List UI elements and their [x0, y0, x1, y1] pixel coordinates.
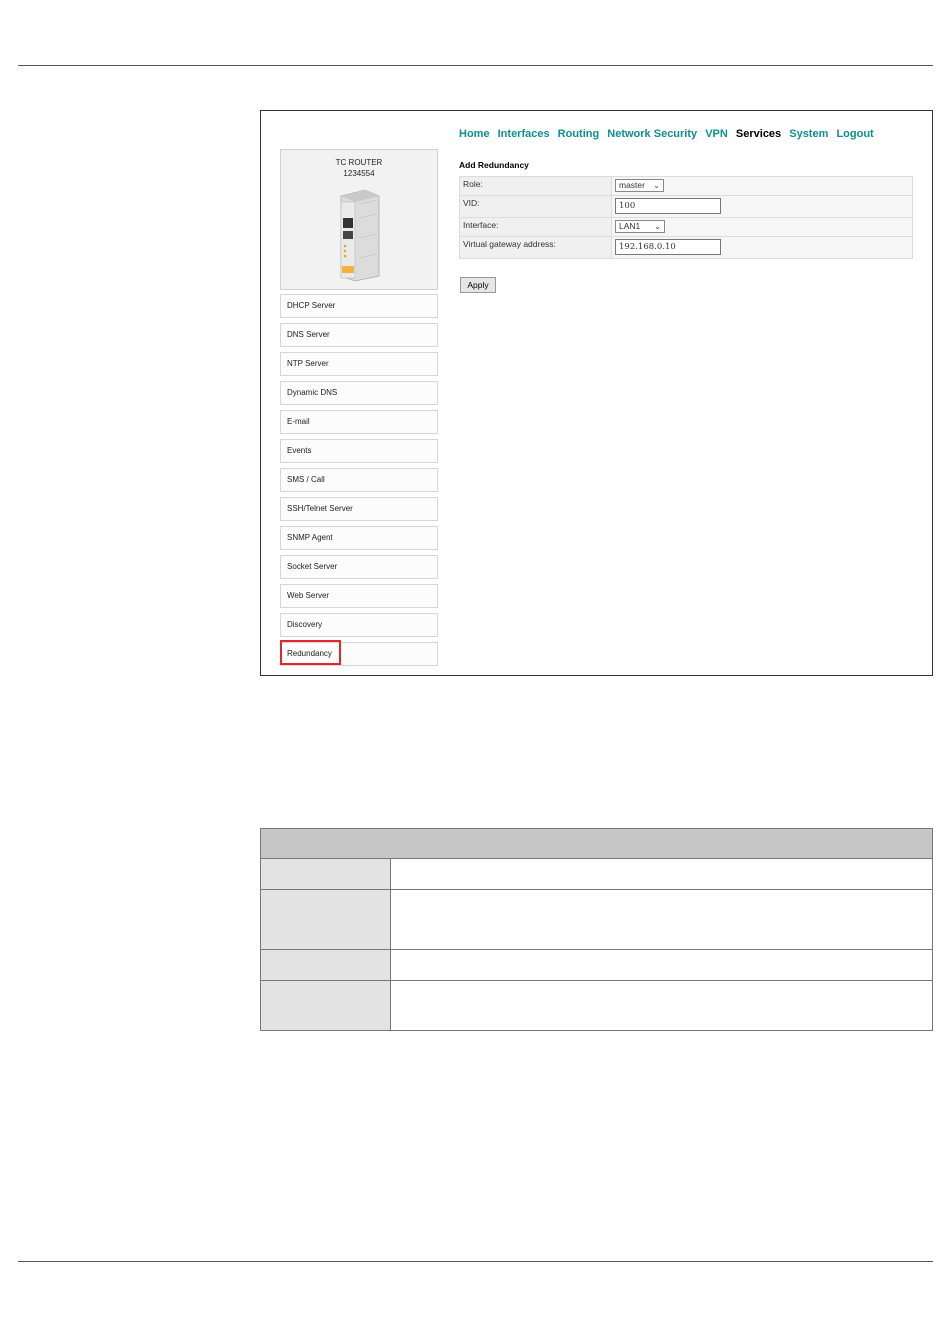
side-menu-redundancy[interactable]: Redundancy — [280, 640, 438, 666]
form-row-vid: VID: 100 — [459, 195, 913, 218]
interface-select-value: LAN1 — [619, 221, 641, 231]
device-serial: 1234554 — [343, 169, 375, 178]
nav-system[interactable]: System — [789, 128, 828, 140]
table-row-description — [392, 859, 932, 889]
role-select[interactable]: master ⌄ — [615, 179, 664, 192]
side-menu-web-server[interactable]: Web Server — [280, 584, 438, 608]
device-title: TC ROUTER 1234554 — [281, 157, 437, 179]
form-title: Add Redundancy — [459, 160, 529, 170]
nav-routing[interactable]: Routing — [558, 128, 600, 140]
chevron-down-icon: ⌄ — [654, 222, 661, 231]
nav-network-security[interactable]: Network Security — [607, 128, 697, 140]
table-row — [261, 859, 932, 890]
virtual-gateway-input[interactable]: 192.168.0.10 — [615, 239, 721, 255]
redundancy-form: Role: master ⌄ VID: 100 Interface: LAN1 … — [459, 176, 913, 259]
vid-label: VID: — [459, 195, 612, 218]
table-row-label — [261, 890, 391, 949]
role-label: Role: — [459, 176, 612, 196]
form-row-role: Role: master ⌄ — [459, 176, 913, 196]
apply-button[interactable]: Apply — [460, 277, 496, 293]
side-menu-dns-server[interactable]: DNS Server — [280, 323, 438, 347]
table-header — [261, 829, 932, 859]
nav-home[interactable]: Home — [459, 128, 490, 140]
nav-interfaces[interactable]: Interfaces — [498, 128, 550, 140]
interface-cell: LAN1 ⌄ — [611, 217, 913, 237]
table-row-label — [261, 981, 391, 1030]
side-menu-ntp-server[interactable]: NTP Server — [280, 352, 438, 376]
table-row-label — [261, 859, 391, 889]
table-row — [261, 950, 932, 981]
side-menu-snmp-agent[interactable]: SNMP Agent — [280, 526, 438, 550]
side-menu-email[interactable]: E-mail — [280, 410, 438, 434]
top-navigation: Home Interfaces Routing Network Security… — [459, 128, 879, 140]
table-row-label — [261, 950, 391, 980]
side-menu-sms-call[interactable]: SMS / Call — [280, 468, 438, 492]
form-row-virtual-gateway: Virtual gateway address: 192.168.0.10 — [459, 236, 913, 259]
table-row-description — [392, 981, 932, 1030]
side-menu-socket-server[interactable]: Socket Server — [280, 555, 438, 579]
table-row — [261, 890, 932, 950]
side-menu-discovery[interactable]: Discovery — [280, 613, 438, 637]
side-menu-events[interactable]: Events — [280, 439, 438, 463]
screenshot-frame: TC ROUTER 1234554 DHCP Server DNS Server… — [260, 110, 933, 676]
table-row-description — [392, 890, 932, 949]
router-device-image — [340, 189, 380, 282]
interface-label: Interface: — [459, 217, 612, 237]
chevron-down-icon: ⌄ — [653, 181, 660, 190]
device-name: TC ROUTER — [335, 158, 383, 167]
bottom-rule — [18, 1261, 933, 1262]
virtual-gateway-label: Virtual gateway address: — [459, 236, 612, 259]
table-row-description — [392, 950, 932, 980]
side-menu-dhcp-server[interactable]: DHCP Server — [280, 294, 438, 318]
table-row — [261, 981, 932, 1030]
role-cell: master ⌄ — [611, 176, 913, 196]
interface-select[interactable]: LAN1 ⌄ — [615, 220, 665, 233]
form-row-interface: Interface: LAN1 ⌄ — [459, 217, 913, 237]
parameter-table — [260, 828, 933, 1031]
side-menu-redundancy-label: Redundancy — [287, 649, 332, 658]
vid-cell: 100 — [611, 195, 913, 218]
nav-services[interactable]: Services — [736, 128, 781, 140]
side-menu-dynamic-dns[interactable]: Dynamic DNS — [280, 381, 438, 405]
nav-logout[interactable]: Logout — [836, 128, 873, 140]
top-rule — [18, 65, 933, 66]
role-select-value: master — [619, 180, 645, 190]
side-menu-ssh-telnet-server[interactable]: SSH/Telnet Server — [280, 497, 438, 521]
virtual-gateway-cell: 192.168.0.10 — [611, 236, 913, 259]
device-card: TC ROUTER 1234554 — [280, 149, 438, 290]
vid-input[interactable]: 100 — [615, 198, 721, 214]
nav-vpn[interactable]: VPN — [705, 128, 728, 140]
